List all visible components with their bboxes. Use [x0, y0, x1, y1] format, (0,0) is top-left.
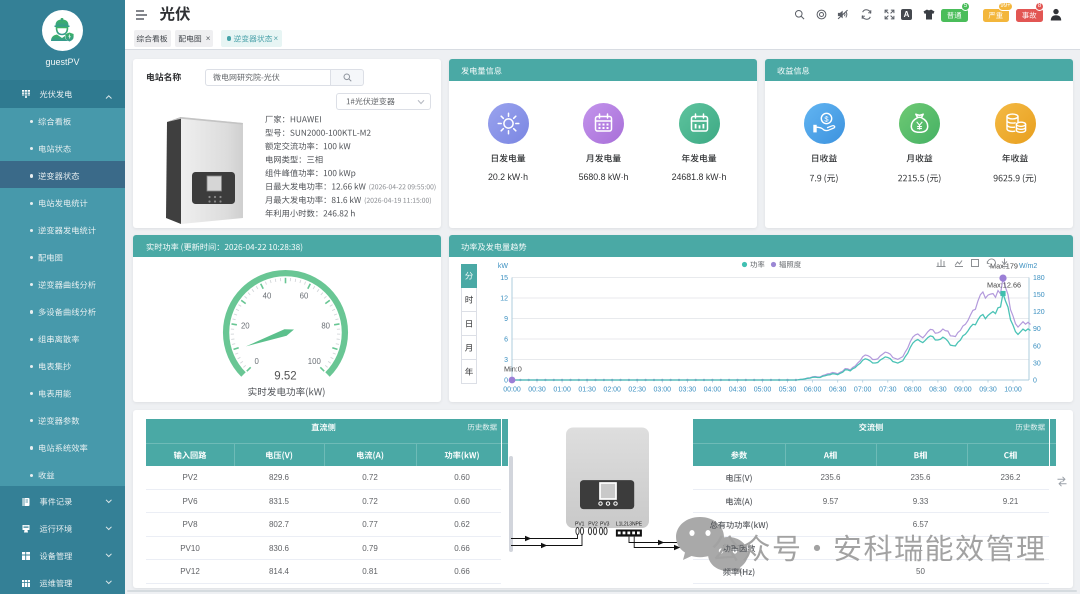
svg-text:6: 6	[504, 337, 508, 344]
svg-text:0: 0	[255, 357, 260, 366]
svg-text:06:00: 06:00	[804, 387, 822, 394]
svg-text:04:30: 04:30	[729, 387, 747, 394]
svg-text:60: 60	[1033, 343, 1041, 350]
svg-text:9.52: 9.52	[274, 371, 296, 383]
svg-text:10:00: 10:00	[1004, 387, 1022, 394]
svg-text:03:30: 03:30	[679, 387, 697, 394]
svg-text:Max:12.66: Max:12.66	[987, 281, 1021, 290]
svg-text:150: 150	[1033, 292, 1045, 299]
svg-text:15: 15	[500, 275, 508, 282]
svg-text:100: 100	[308, 357, 322, 366]
svg-text:40: 40	[263, 292, 272, 301]
svg-text:60: 60	[300, 292, 309, 301]
svg-text:00:00: 00:00	[503, 387, 521, 394]
svg-text:9: 9	[504, 316, 508, 323]
svg-text:02:30: 02:30	[628, 387, 646, 394]
svg-text:09:30: 09:30	[979, 387, 997, 394]
svg-text:12: 12	[500, 296, 508, 303]
svg-text:120: 120	[1033, 309, 1045, 316]
svg-text:05:00: 05:00	[754, 387, 772, 394]
svg-text:180: 180	[1033, 275, 1045, 282]
svg-text:00:30: 00:30	[528, 387, 546, 394]
svg-text:30: 30	[1033, 360, 1041, 367]
svg-text:PV3: PV3	[600, 522, 610, 528]
svg-text:01:00: 01:00	[553, 387, 571, 394]
svg-text:kW: kW	[498, 263, 509, 270]
svg-text:3: 3	[504, 357, 508, 364]
svg-text:09:00: 09:00	[954, 387, 972, 394]
svg-text:07:30: 07:30	[879, 387, 897, 394]
svg-text:08:00: 08:00	[904, 387, 922, 394]
svg-text:0: 0	[504, 378, 508, 385]
svg-text:05:30: 05:30	[779, 387, 797, 394]
svg-text:80: 80	[321, 322, 330, 331]
svg-text:01:30: 01:30	[578, 387, 596, 394]
svg-text:20: 20	[241, 322, 250, 331]
svg-text:PV1: PV1	[575, 522, 585, 528]
svg-text:02:00: 02:00	[603, 387, 621, 394]
svg-text:06:30: 06:30	[829, 387, 847, 394]
svg-text:L1L2L3NPE: L1L2L3NPE	[616, 522, 643, 528]
svg-text:08:30: 08:30	[929, 387, 947, 394]
svg-text:W/m2: W/m2	[1019, 263, 1037, 270]
svg-text:0: 0	[1033, 378, 1037, 385]
svg-text:03:00: 03:00	[654, 387, 672, 394]
svg-text:Min:0: Min:0	[504, 365, 522, 374]
svg-text:90: 90	[1033, 326, 1041, 333]
svg-text:04:00: 04:00	[704, 387, 722, 394]
svg-text:PV2: PV2	[588, 522, 598, 528]
svg-text:07:00: 07:00	[854, 387, 872, 394]
